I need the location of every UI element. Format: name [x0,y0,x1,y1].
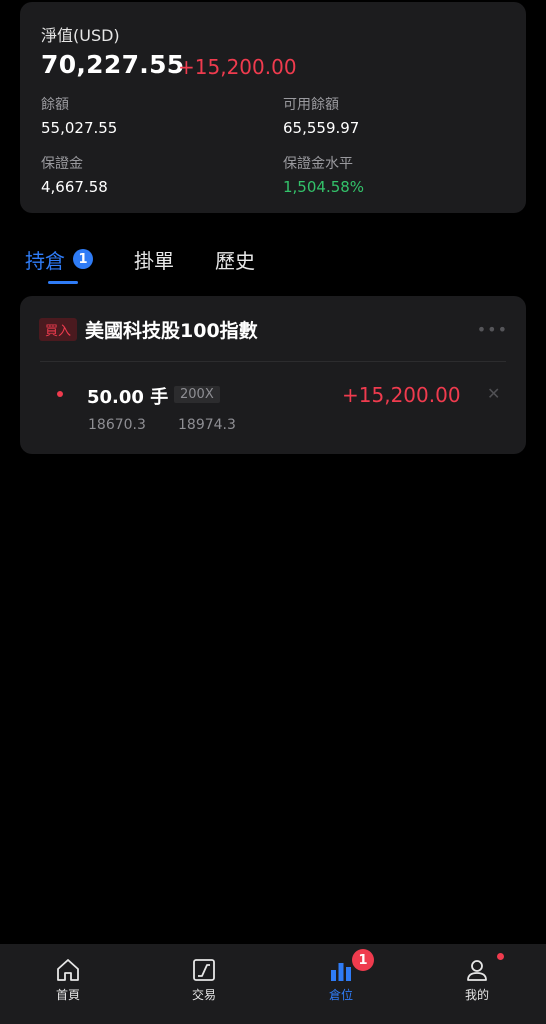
margin-level-label: 保證金水平 [283,156,353,172]
notification-dot [497,953,504,960]
more-icon[interactable]: ••• [477,320,508,339]
nav-home-label: 首頁 [55,988,80,1002]
net-value: 70,227.55 [41,50,185,79]
nav-positions-label: 倉位 [328,988,353,1002]
position-lots: 50.00 手 [87,387,169,408]
tab-history[interactable]: 歷史 [215,245,255,274]
margin-label: 保證金 [41,156,83,172]
positions-count-badge: 1 [73,249,93,269]
current-price: 18974.3 [178,417,236,433]
net-pnl: +15,200.00 [178,55,297,79]
position-pnl: +15,200.00 [342,383,461,407]
available-label: 可用餘額 [283,97,339,113]
nav-profile-label: 我的 [464,988,489,1002]
nav-positions[interactable]: 1 倉位 [301,944,381,1024]
close-icon[interactable]: ✕ [487,384,500,403]
nav-trade-label: 交易 [191,988,216,1002]
nav-trade[interactable]: 交易 [164,944,244,1024]
nav-home[interactable]: 首頁 [28,944,108,1024]
tab-positions-label: 持倉 [25,249,65,273]
active-tab-indicator [48,281,78,284]
available-value: 65,559.97 [283,119,360,137]
tab-positions[interactable]: 持倉 [25,245,65,274]
positions-icon [331,963,351,981]
margin-level-value: 1,504.58% [283,178,365,196]
tab-pending-orders[interactable]: 掛單 [134,245,174,274]
balance-label: 餘額 [41,97,69,113]
divider [40,361,506,362]
open-price: 18670.3 [88,417,146,433]
position-card[interactable]: 買入 美國科技股100指數 ••• 50.00 手 200X +15,200.0… [20,296,526,454]
position-dot [57,391,63,397]
positions-screen: 淨值(USD) 70,227.55 +15,200.00 餘額 55,027.5… [0,0,546,1024]
net-value-label: 淨值(USD) [41,26,120,45]
chart-icon [193,959,215,981]
tab-history-label: 歷史 [215,249,255,273]
buy-side-badge: 買入 [39,318,78,341]
user-icon [467,960,487,981]
leverage-badge: 200X [174,386,220,403]
nav-profile[interactable]: 我的 [437,944,517,1024]
margin-value: 4,667.58 [41,178,108,196]
account-summary-card: 淨值(USD) 70,227.55 +15,200.00 餘額 55,027.5… [20,2,526,213]
tab-pending-orders-label: 掛單 [134,249,174,273]
positions-badge: 1 [352,949,374,971]
bottom-navigation: 首頁 交易 1 倉位 我的 [0,944,546,1024]
instrument-name: 美國科技股100指數 [85,320,258,342]
balance-value: 55,027.55 [41,119,118,137]
home-icon [57,959,79,981]
